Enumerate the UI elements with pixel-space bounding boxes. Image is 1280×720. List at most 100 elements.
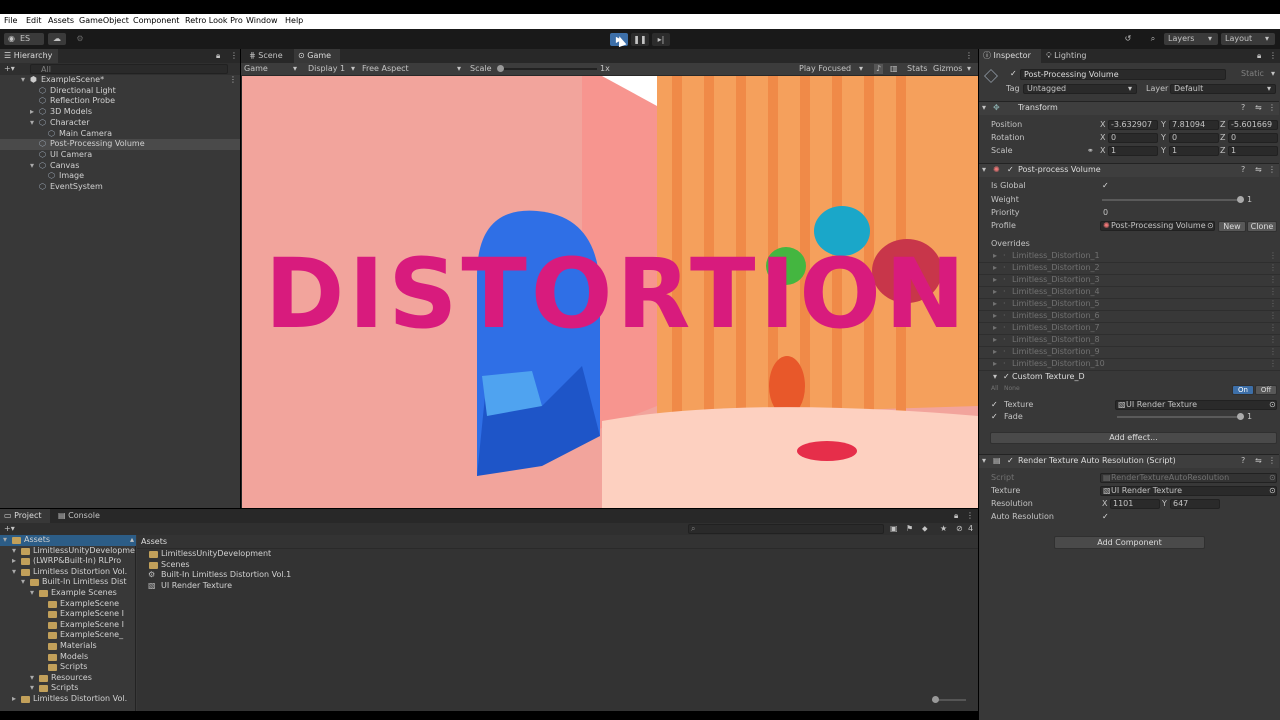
project-tree-item[interactable]: ExampleScene I <box>0 620 136 631</box>
tab-lighting[interactable]: 💡︎ Lighting <box>1042 49 1100 63</box>
foldout-icon[interactable]: ▾ <box>3 535 7 545</box>
component-enabled-checkbox[interactable]: ✓ <box>1007 457 1015 465</box>
kebab-menu-icon[interactable]: ⋮ <box>1269 251 1277 261</box>
project-tree-item[interactable]: ▾ LimitlessUnityDevelopme <box>0 546 136 557</box>
kebab-menu-icon[interactable]: ⋮ <box>1269 311 1277 321</box>
tab-console[interactable]: ▤ Console <box>54 509 104 523</box>
lock-icon[interactable]: 🔒︎ <box>1257 51 1261 61</box>
override-checkbox[interactable]: ✓ <box>1003 373 1011 381</box>
project-tree-item[interactable]: ▾ Example Scenes <box>0 588 136 599</box>
is-global-checkbox[interactable]: ✓ <box>1102 182 1110 190</box>
none-toggle[interactable]: None <box>1004 384 1020 394</box>
fade-slider[interactable] <box>1117 413 1244 420</box>
on-button[interactable]: On <box>1232 385 1254 395</box>
kebab-menu-icon[interactable]: ⋮ <box>230 51 238 61</box>
label-filter-icon[interactable]: ⚑ <box>906 524 913 534</box>
add-icon[interactable]: +▾ <box>4 64 15 74</box>
aspect-dropdown[interactable]: Free Aspect <box>362 64 409 74</box>
scale-slider[interactable] <box>497 65 597 72</box>
kebab-menu-icon[interactable]: ⋮ <box>966 511 974 521</box>
breadcrumb[interactable]: Assets <box>141 537 167 547</box>
foldout-icon[interactable]: ▾ <box>12 567 16 577</box>
hierarchy-item[interactable]: ⬡ Image <box>0 171 240 182</box>
kebab-menu-icon[interactable]: ⋮ <box>1269 299 1277 309</box>
foldout-icon[interactable]: ▾ <box>30 673 34 683</box>
new-profile-button[interactable]: New <box>1218 221 1246 232</box>
project-file-item[interactable]: LimitlessUnityDevelopment <box>147 549 447 560</box>
type-filter-icon[interactable]: ▣ <box>890 524 898 534</box>
layer-dropdown[interactable]: Default ▾ <box>1170 84 1276 94</box>
project-tree-item[interactable]: Materials <box>0 641 136 652</box>
foldout-icon[interactable]: ▸ <box>12 694 16 704</box>
override-item[interactable]: ▸ · Limitless_Distortion_10 ⋮ <box>979 359 1280 371</box>
pause-button[interactable]: ❚❚ <box>631 33 649 46</box>
kebab-menu-icon[interactable]: ⋮ <box>965 51 973 61</box>
override-checkbox[interactable]: · <box>1003 251 1006 261</box>
tab-scene[interactable]: ⋕ Scene <box>245 49 293 63</box>
override-item[interactable]: ▸ · Limitless_Distortion_2 ⋮ <box>979 263 1280 275</box>
game-render[interactable]: DISTORTION <box>242 76 978 508</box>
help-icon[interactable]: ? <box>1241 165 1245 175</box>
texture-field[interactable]: ▧ UI Render Texture ⊙ <box>1115 400 1277 410</box>
project-file-item[interactable]: Scenes <box>147 560 447 571</box>
preset-icon[interactable]: ⇋ <box>1255 165 1262 175</box>
rt-texture-field[interactable]: ▧ UI Render Texture ⊙ <box>1100 486 1277 496</box>
object-picker-icon[interactable]: ⊙ <box>1269 400 1276 410</box>
project-tree-item[interactable]: ExampleScene_ <box>0 630 136 641</box>
menu-edit[interactable]: Edit <box>26 16 42 25</box>
foldout-icon[interactable]: ▾ <box>30 161 34 171</box>
weight-slider-thumb[interactable] <box>1237 196 1244 203</box>
resolution-y-field[interactable]: 647 <box>1170 499 1220 509</box>
menu-file[interactable]: File <box>4 16 17 25</box>
preset-icon[interactable]: ⇋ <box>1255 103 1262 113</box>
override-checkbox[interactable]: · <box>1003 323 1006 333</box>
menu-window[interactable]: Window <box>246 16 278 25</box>
foldout-icon[interactable]: ▸ <box>12 556 16 566</box>
mute-audio-icon[interactable]: ♪ <box>874 64 884 74</box>
chevron-down-icon[interactable]: ▾ <box>1271 69 1275 79</box>
kebab-menu-icon[interactable]: ⋮ <box>1269 335 1277 345</box>
tab-hierarchy[interactable]: ☰ Hierarchy <box>0 49 58 63</box>
project-tree-item[interactable]: Scripts <box>0 662 136 673</box>
add-effect-button[interactable]: Add effect... <box>990 432 1277 444</box>
foldout-icon[interactable]: ▸ <box>993 251 997 261</box>
foldout-icon[interactable]: ▸ <box>993 347 997 357</box>
weight-slider[interactable] <box>1102 196 1244 203</box>
foldout-icon[interactable]: ▸ <box>993 299 997 309</box>
foldout-icon[interactable]: ▾ <box>30 588 34 598</box>
scale-z-field[interactable]: 1 <box>1228 146 1278 156</box>
project-file-item[interactable]: ▧ UI Render Texture <box>147 581 447 592</box>
gizmos-button[interactable]: Gizmos <box>933 64 962 74</box>
account-dropdown[interactable]: ◉ ES <box>4 33 44 45</box>
fade-override-checkbox[interactable]: ✓ <box>991 413 999 421</box>
layers-dropdown[interactable]: Layers ▾ <box>1164 33 1218 45</box>
override-checkbox[interactable]: · <box>1003 311 1006 321</box>
clone-profile-button[interactable]: Clone <box>1247 221 1277 232</box>
weight-value[interactable]: 1 <box>1247 195 1252 205</box>
foldout-icon[interactable]: ▸ <box>993 287 997 297</box>
project-tree-item[interactable]: ▸ (LWRP&Built-In) RLPro <box>0 556 136 567</box>
override-item[interactable]: ▸ · Limitless_Distortion_4 ⋮ <box>979 287 1280 299</box>
foldout-icon[interactable]: ▾ <box>21 577 25 587</box>
hierarchy-item[interactable]: ⬡ EventSystem <box>0 182 240 193</box>
foldout-icon[interactable]: ▾ <box>993 372 997 382</box>
scale-y-field[interactable]: 1 <box>1169 146 1219 156</box>
foldout-icon[interactable]: ▸ <box>993 335 997 345</box>
kebab-menu-icon[interactable]: ⋮ <box>229 75 237 85</box>
rotation-y-field[interactable]: 0 <box>1169 133 1219 143</box>
post-process-volume-header[interactable]: ▾ ✺ ✓ Post-process Volume ? ⇋ ⋮ <box>979 163 1279 177</box>
hierarchy-item[interactable]: ⬢ ExampleScene* ▾ ⋮ <box>0 75 240 86</box>
tab-project[interactable]: ▭ Project <box>0 509 50 523</box>
foldout-icon[interactable]: ▸ <box>993 263 997 273</box>
project-tree-item[interactable]: ExampleScene <box>0 599 136 610</box>
scroll-up-icon[interactable]: ▴ <box>130 535 134 545</box>
project-tree-item[interactable]: ▾ Scripts <box>0 683 136 694</box>
help-icon[interactable]: ? <box>1241 456 1245 466</box>
component-enabled-checkbox[interactable]: ✓ <box>1007 166 1015 174</box>
icon-size-slider-thumb[interactable] <box>932 696 939 703</box>
hierarchy-item[interactable]: ⬡ Canvas ▾ <box>0 161 240 172</box>
menu-assets[interactable]: Assets <box>48 16 74 25</box>
project-tree-item[interactable]: ▾ Resources <box>0 673 136 684</box>
game-dropdown[interactable]: Game <box>244 64 268 74</box>
kebab-menu-icon[interactable]: ⋮ <box>1268 165 1276 175</box>
